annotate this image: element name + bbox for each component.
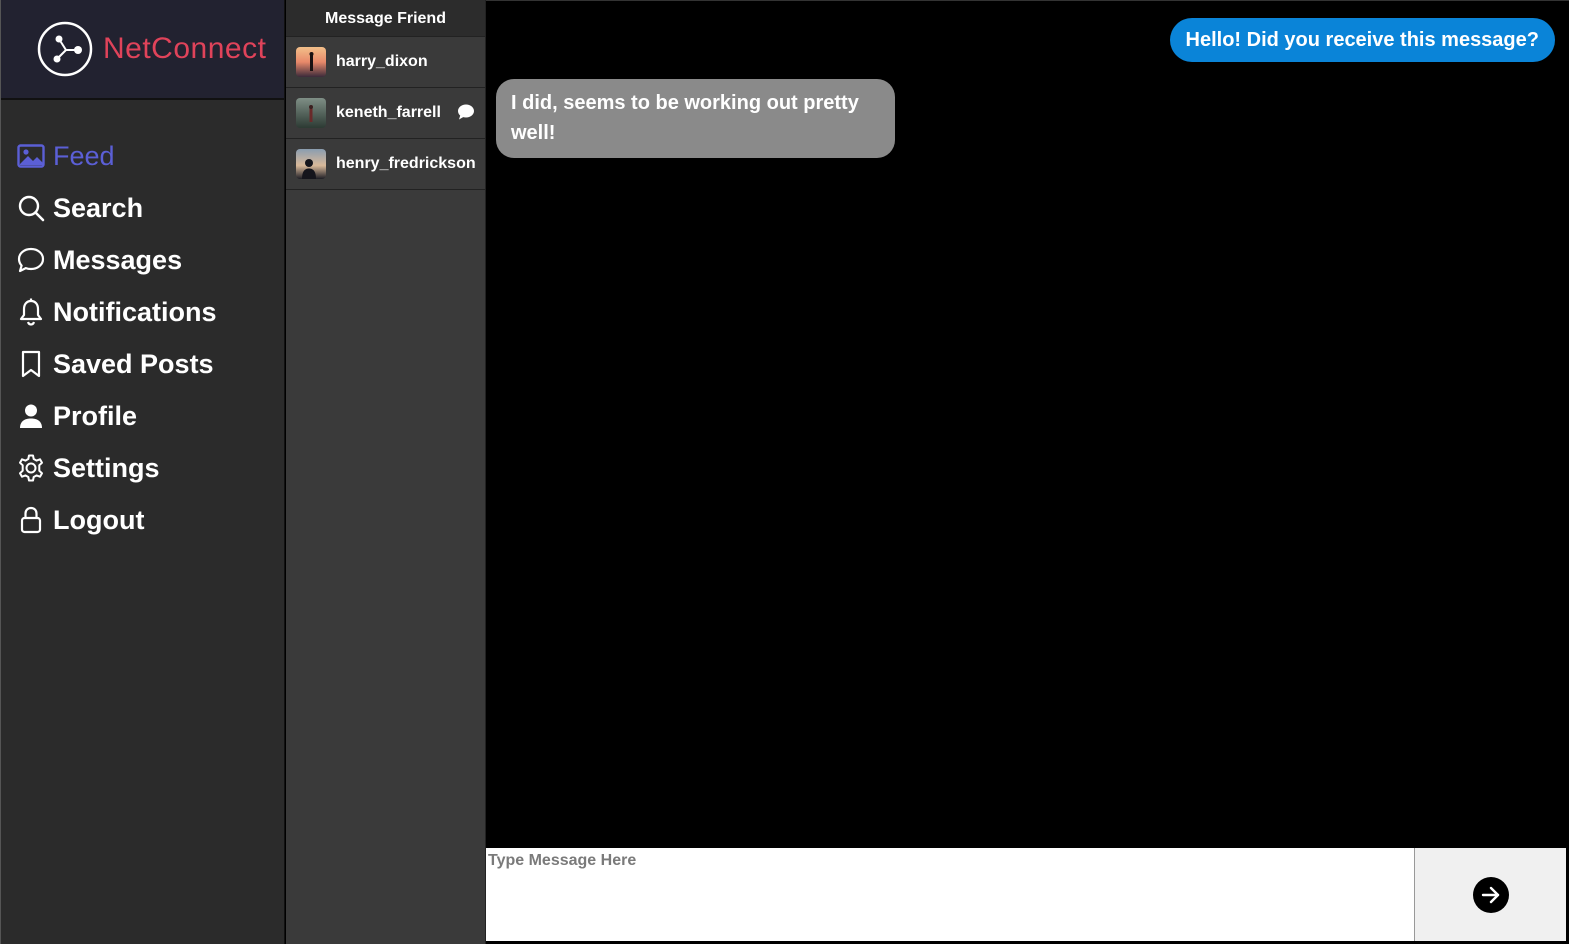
nav-menu: Feed Search Messages Notifications Saved… <box>1 100 284 546</box>
nav-item-messages[interactable]: Messages <box>17 234 284 286</box>
outgoing-message: Hello! Did you receive this message? <box>1169 18 1555 62</box>
nav-item-label: Logout <box>53 504 145 535</box>
bell-icon <box>17 298 45 326</box>
nav-item-profile[interactable]: Profile <box>17 390 284 442</box>
bookmark-icon <box>17 350 45 378</box>
nav-item-saved-posts[interactable]: Saved Posts <box>17 338 284 390</box>
message-input[interactable] <box>486 848 1414 941</box>
message-icon <box>458 104 474 120</box>
search-icon <box>17 194 45 222</box>
person-icon <box>17 402 45 430</box>
send-area <box>1414 848 1566 941</box>
nav-item-logout[interactable]: Logout <box>17 494 284 546</box>
nav-item-search[interactable]: Search <box>17 182 284 234</box>
image-icon <box>17 142 45 170</box>
avatar <box>296 47 326 77</box>
avatar <box>296 98 326 128</box>
share-nodes-icon <box>37 21 93 77</box>
incoming-message: I did, seems to be working out pretty we… <box>496 79 895 158</box>
sidebar: NetConnect Feed Search Messages Notifica… <box>0 0 285 944</box>
friend-item[interactable]: keneth_farrell <box>286 88 485 139</box>
chat-thread: Hello! Did you receive this message? I d… <box>486 0 1569 848</box>
nav-item-notifications[interactable]: Notifications <box>17 286 284 338</box>
friend-username: harry_dixon <box>336 53 428 70</box>
nav-item-label: Settings <box>53 452 160 483</box>
arrow-right-icon <box>1481 886 1499 903</box>
friend-item[interactable]: harry_dixon <box>286 37 485 88</box>
lock-icon <box>17 506 45 534</box>
friends-panel: Message Friend harry_dixon keneth_farrel… <box>286 0 486 944</box>
nav-item-label: Search <box>53 192 144 223</box>
nav-item-label: Feed <box>53 140 115 171</box>
chat-bubble-icon <box>17 246 45 274</box>
send-button[interactable] <box>1472 876 1509 913</box>
friend-item[interactable]: henry_fredrickson <box>286 139 485 190</box>
nav-item-settings[interactable]: Settings <box>17 442 284 494</box>
message-composer <box>486 848 1569 944</box>
nav-item-label: Messages <box>53 244 183 275</box>
friends-panel-title: Message Friend <box>286 0 485 37</box>
nav-item-label: Notifications <box>53 296 217 327</box>
friend-username: henry_fredrickson <box>336 155 476 172</box>
brand-name: NetConnect <box>103 32 267 65</box>
nav-item-feed[interactable]: Feed <box>17 130 284 182</box>
nav-item-label: Profile <box>53 400 138 431</box>
avatar <box>296 149 326 179</box>
gear-icon <box>17 454 45 482</box>
brand-header[interactable]: NetConnect <box>1 0 284 100</box>
friend-username: keneth_farrell <box>336 104 441 121</box>
nav-item-label: Saved Posts <box>53 348 214 379</box>
